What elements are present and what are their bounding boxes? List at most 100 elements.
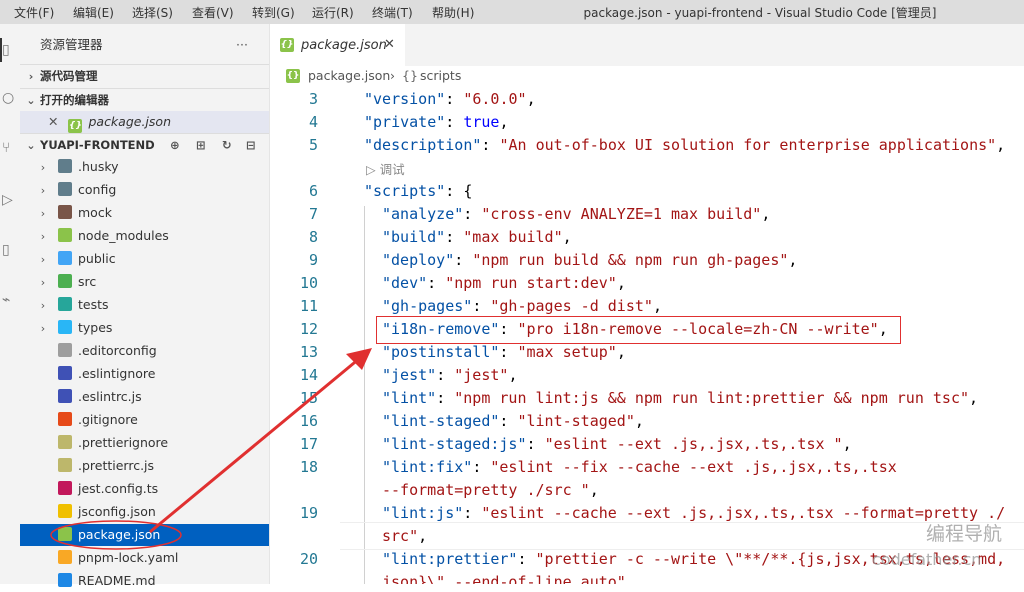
tree-file[interactable]: .editorconfig bbox=[20, 340, 269, 362]
tree-folder[interactable]: › types bbox=[20, 317, 269, 339]
json-key: "dev" bbox=[382, 274, 428, 292]
tree-file[interactable]: .prettierrc.js bbox=[20, 455, 269, 477]
folder-icon bbox=[58, 320, 72, 334]
search-icon[interactable]: ○ bbox=[2, 90, 16, 106]
project-title: YUAPI-FRONTEND bbox=[40, 138, 155, 152]
chevron-right-icon: › bbox=[40, 276, 46, 289]
tree-item-label: jsconfig.json bbox=[78, 504, 156, 519]
line-number: 17 bbox=[299, 435, 318, 453]
file-icon bbox=[58, 366, 72, 380]
colon: : bbox=[499, 343, 518, 361]
tree-item-label: .husky bbox=[78, 159, 119, 174]
project-section[interactable]: ⌄ YUAPI-FRONTEND ⊕ ⊞ ↻ ⊟ bbox=[20, 133, 269, 156]
source-control-section[interactable]: › 源代码管理 bbox=[20, 64, 269, 87]
json-value: "jest" bbox=[454, 366, 509, 384]
line-number: 14 bbox=[299, 366, 318, 384]
explorer-header: 资源管理器 ··· bbox=[20, 34, 269, 56]
code-line: "deploy": "npm run build && npm run gh-p… bbox=[382, 251, 797, 269]
json-value: "An out-of-box UI solution for enterpris… bbox=[499, 136, 997, 154]
tree-file[interactable]: .eslintignore bbox=[20, 363, 269, 385]
json-file-icon: {} bbox=[280, 38, 294, 52]
json-value: "npm run build && npm run gh-pages" bbox=[472, 251, 789, 269]
json-value: "gh-pages -d dist" bbox=[490, 297, 653, 315]
code-line: "version": "6.0.0", bbox=[364, 90, 536, 108]
tree-folder[interactable]: › public bbox=[20, 248, 269, 270]
run-debug-icon[interactable]: ▷ bbox=[2, 192, 16, 208]
json-key: "build" bbox=[382, 228, 446, 246]
menu-view[interactable]: 查看(V) bbox=[192, 4, 234, 21]
chevron-down-icon: ⌄ bbox=[26, 94, 36, 107]
editor-tab-bar: {} package.json ✕ bbox=[270, 24, 1024, 66]
code-line: "scripts": { bbox=[364, 182, 472, 200]
breadcrumb-symbol[interactable]: scripts bbox=[420, 68, 461, 83]
json-key: "scripts" bbox=[364, 182, 446, 200]
punctuation: , bbox=[616, 274, 626, 292]
refresh-icon[interactable]: ↻ bbox=[222, 134, 232, 156]
tree-folder[interactable]: › tests bbox=[20, 294, 269, 316]
tab-label: package.json bbox=[301, 38, 387, 53]
code-editor[interactable]: 3 "version": "6.0.0", 4 "private": true, 5 "d… bbox=[270, 86, 1024, 584]
remote-icon[interactable]: ⌁ bbox=[2, 292, 16, 308]
open-editor-item[interactable]: ✕ {} package.json bbox=[20, 111, 269, 133]
chevron-right-icon: › bbox=[390, 68, 395, 83]
tree-file[interactable]: .eslintrc.js bbox=[20, 386, 269, 408]
chevron-right-icon: › bbox=[28, 70, 34, 83]
punctuation: , bbox=[996, 136, 1006, 154]
menu-help[interactable]: 帮助(H) bbox=[432, 4, 474, 21]
tree-folder[interactable]: › config bbox=[20, 179, 269, 201]
line-number: 3 bbox=[308, 90, 318, 108]
tree-item-label: .gitignore bbox=[78, 412, 138, 427]
section-title: 源代码管理 bbox=[40, 69, 98, 83]
source-control-icon[interactable]: ⑂ bbox=[2, 140, 16, 156]
more-actions-icon[interactable]: ··· bbox=[236, 34, 248, 56]
menu-run[interactable]: 运行(R) bbox=[312, 4, 354, 21]
menu-file[interactable]: 文件(F) bbox=[14, 4, 54, 21]
punctuation: , bbox=[969, 389, 979, 407]
new-folder-icon[interactable]: ⊞ bbox=[196, 134, 206, 156]
tree-file[interactable]: jest.config.ts bbox=[20, 478, 269, 500]
explorer-title: 资源管理器 bbox=[40, 37, 103, 52]
tree-item-label: tests bbox=[78, 297, 109, 312]
json-key: "postinstall" bbox=[382, 343, 500, 361]
file-icon bbox=[58, 527, 72, 541]
colon: : bbox=[517, 550, 536, 568]
line-number: 9 bbox=[308, 251, 318, 269]
open-editors-section[interactable]: ⌄ 打开的编辑器 bbox=[20, 88, 269, 111]
json-value: "npm run lint:js && npm run lint:prettie… bbox=[454, 389, 970, 407]
json-key: "analyze" bbox=[382, 205, 464, 223]
line-number: 8 bbox=[308, 228, 318, 246]
tree-file[interactable]: jsconfig.json bbox=[20, 501, 269, 523]
tree-file[interactable]: .gitignore bbox=[20, 409, 269, 431]
file-icon bbox=[58, 458, 72, 472]
close-icon[interactable]: ✕ bbox=[48, 114, 58, 129]
tree-file[interactable]: .prettierignore bbox=[20, 432, 269, 454]
chevron-right-icon: › bbox=[40, 184, 46, 197]
tree-file[interactable]: README.md bbox=[20, 570, 269, 592]
punctuation: , bbox=[508, 366, 518, 384]
new-file-icon[interactable]: ⊕ bbox=[170, 134, 180, 156]
explorer-icon[interactable]: ▯ bbox=[2, 42, 16, 58]
colon: : bbox=[427, 274, 446, 292]
tree-item-label: jest.config.ts bbox=[78, 481, 159, 496]
menu-edit[interactable]: 编辑(E) bbox=[73, 4, 114, 21]
tree-folder[interactable]: › node_modules bbox=[20, 225, 269, 247]
menu-selection[interactable]: 选择(S) bbox=[132, 4, 173, 21]
chevron-right-icon: › bbox=[40, 230, 46, 243]
debug-codelens[interactable]: ▷ 调试 bbox=[366, 159, 405, 178]
extensions-icon[interactable]: ▯ bbox=[2, 242, 16, 258]
collapse-all-icon[interactable]: ⊟ bbox=[246, 134, 256, 156]
tree-item-label: pnpm-lock.yaml bbox=[78, 550, 179, 565]
tree-file[interactable]: pnpm-lock.yaml bbox=[20, 547, 269, 569]
menu-terminal[interactable]: 终端(T) bbox=[372, 4, 413, 21]
breadcrumb-file[interactable]: package.json bbox=[308, 68, 390, 83]
tab-package-json[interactable]: {} package.json ✕ bbox=[270, 24, 405, 66]
tree-folder[interactable]: › .husky bbox=[20, 156, 269, 178]
colon: : bbox=[436, 389, 455, 407]
tree-item-label: .eslintrc.js bbox=[78, 389, 142, 404]
json-file-icon: {} bbox=[68, 119, 83, 133]
close-icon[interactable]: ✕ bbox=[384, 37, 395, 52]
tree-file[interactable]: package.json bbox=[20, 524, 269, 546]
tree-folder[interactable]: › mock bbox=[20, 202, 269, 224]
tree-folder[interactable]: › src bbox=[20, 271, 269, 293]
menu-go[interactable]: 转到(G) bbox=[252, 4, 295, 21]
